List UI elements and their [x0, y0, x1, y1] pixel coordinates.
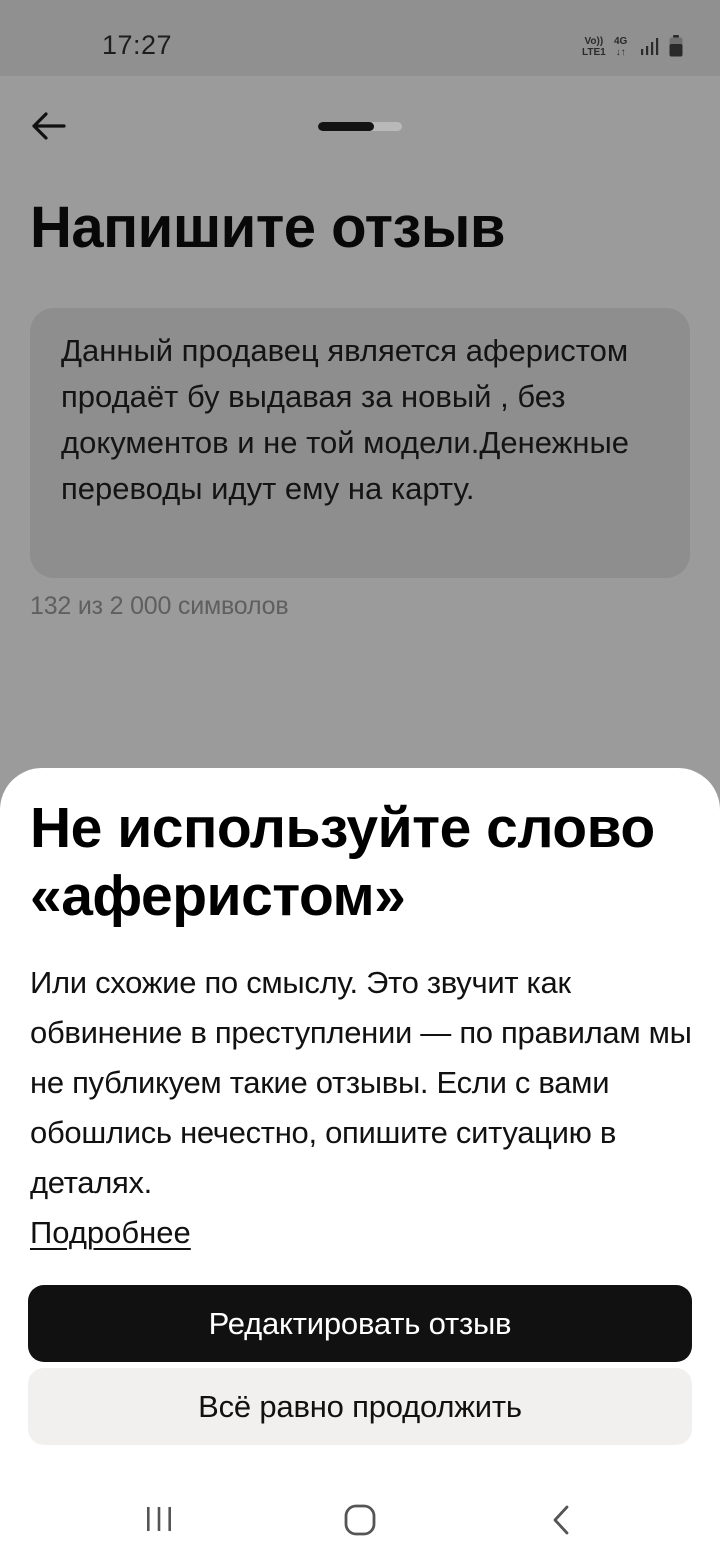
recents-icon[interactable]: [144, 1505, 174, 1533]
status-bar: 17:27 Vo)) LTE1 4G ↓↑: [0, 0, 720, 76]
data-arrows-label: ↓↑: [615, 47, 626, 58]
battery-icon: [669, 35, 683, 57]
page-title: Напишите отзыв: [30, 195, 506, 260]
signal-bars-icon: [641, 38, 659, 55]
review-text: Данный продавец является аферистом прода…: [61, 333, 638, 506]
char-counter: 132 из 2 000 символов: [30, 592, 289, 620]
continue-anyway-button[interactable]: Всё равно продолжить: [28, 1368, 692, 1445]
edit-review-button[interactable]: Редактировать отзыв: [28, 1285, 692, 1362]
review-input[interactable]: Данный продавец является аферистом прода…: [30, 308, 690, 578]
warning-bottom-sheet: Не используйте слово «аферистом» Или схо…: [0, 768, 720, 1560]
data-indicator: 4G ↓↑: [614, 36, 627, 58]
more-link[interactable]: Подробнее: [30, 1208, 191, 1258]
step-progress-bar: [318, 122, 402, 131]
step-progress-fill: [318, 122, 375, 131]
sheet-body: Или схожие по смыслу. Это звучит как обв…: [30, 965, 692, 1200]
arrow-left-icon[interactable]: [28, 108, 70, 144]
back-chevron-icon[interactable]: [550, 1504, 572, 1536]
home-icon[interactable]: [343, 1503, 377, 1537]
status-time: 17:27: [102, 30, 173, 60]
sheet-title: Не используйте слово «аферистом»: [30, 796, 655, 928]
lte-label: LTE1: [582, 47, 606, 58]
volte-label: Vo)): [584, 36, 604, 47]
data-type-label: 4G: [614, 36, 628, 47]
volte-indicator: Vo)) LTE1: [582, 36, 606, 58]
